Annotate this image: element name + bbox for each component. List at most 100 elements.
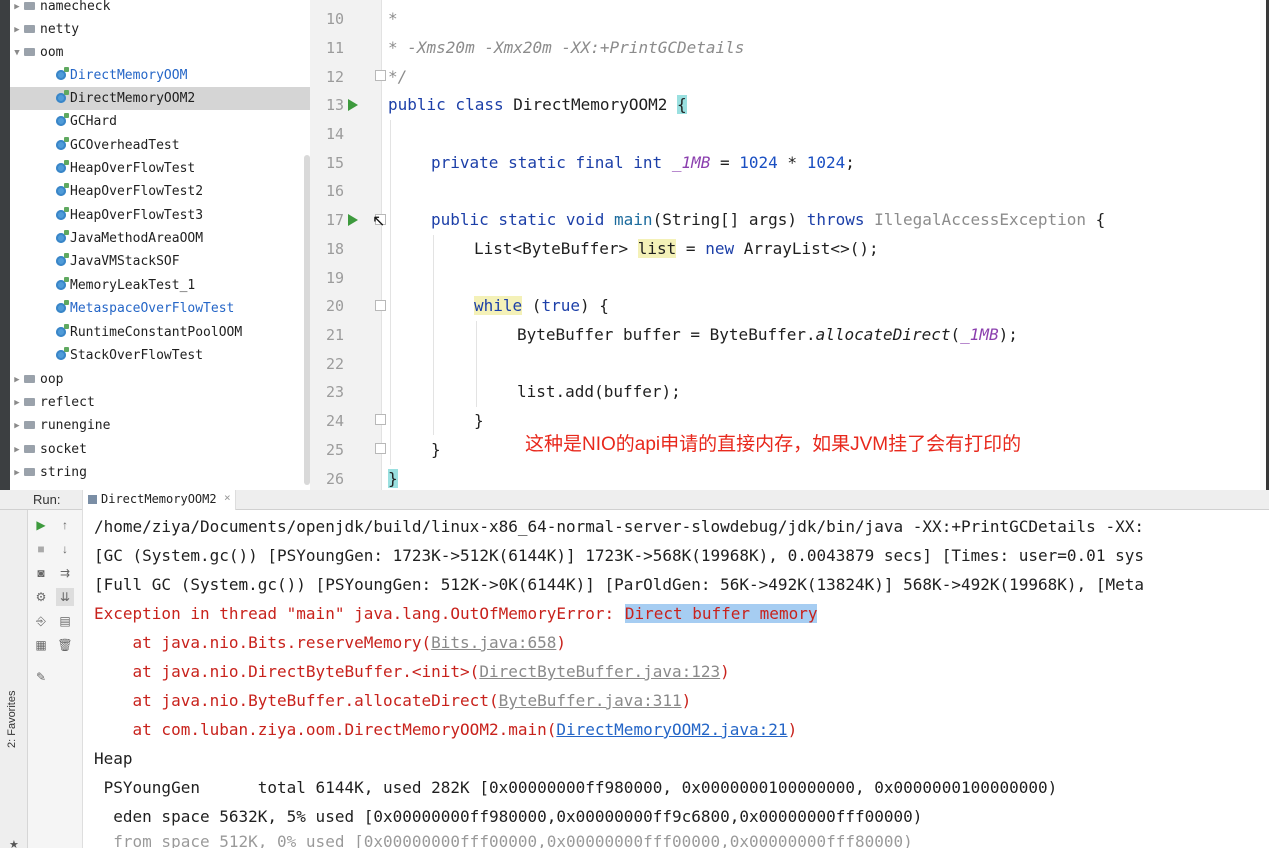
tree-package-netty[interactable]: ▶ netty: [10, 18, 310, 41]
run-panel[interactable]: Run: DirectMemoryOOM2 × 2: Favorites ★ ▶…: [0, 490, 1269, 848]
mouse-pointer-icon: ↖: [372, 213, 386, 230]
chevron-down-icon[interactable]: ▼: [10, 48, 24, 58]
tree-package-oom[interactable]: ▼ oom: [10, 41, 310, 64]
run-class-icon[interactable]: [348, 99, 358, 111]
chevron-right-icon[interactable]: ▶: [10, 445, 24, 455]
tree-class-heapoverflowtest3[interactable]: HeapOverFlowTest3: [10, 204, 310, 227]
java-class-icon: [56, 66, 69, 80]
settings-icon[interactable]: ⚙: [32, 588, 50, 606]
trash-icon[interactable]: 🗑: [56, 636, 74, 654]
star-icon[interactable]: ★: [9, 838, 19, 848]
fold-marker-icon[interactable]: [375, 414, 386, 425]
tree-package-namecheck[interactable]: ▶ namecheck: [10, 0, 310, 18]
tree-class-runtimeconstantpooloom[interactable]: RuntimeConstantPoolOOM: [10, 321, 310, 344]
console-line-command: /home/ziya/Documents/openjdk/build/linux…: [94, 517, 1144, 536]
tree-package-reflect[interactable]: ▶ reflect: [10, 391, 310, 414]
window-left-edge: [0, 0, 10, 490]
fold-marker-icon[interactable]: [375, 443, 386, 454]
java-class-icon: [56, 252, 69, 266]
print-icon[interactable]: ▤: [56, 612, 74, 630]
chevron-right-icon[interactable]: ▶: [10, 468, 24, 478]
tree-class-directmemoryoom2[interactable]: DirectMemoryOOM2: [10, 87, 310, 110]
package-icon: [24, 1, 35, 10]
tree-class-javamethodareaoom[interactable]: JavaMethodAreaOOM: [10, 227, 310, 250]
chevron-right-icon[interactable]: ▶: [10, 421, 24, 431]
line-number: 15: [325, 154, 344, 172]
console-line-gc: [GC (System.gc()) [PSYoungGen: 1723K->51…: [94, 546, 1144, 565]
code-editor[interactable]: 10 11 12 13 14 15 16 17 18 19 20 21 22 2…: [310, 0, 1266, 490]
chevron-right-icon[interactable]: ▶: [10, 25, 24, 35]
stacktrace-link[interactable]: Bits.java:658: [431, 633, 556, 652]
editor-gutter[interactable]: 10 11 12 13 14 15 16 17 18 19 20 21 22 2…: [310, 0, 386, 490]
line-number: 12: [325, 68, 344, 86]
java-class-icon: [56, 89, 69, 103]
console-line-stacktrace: at com.luban.ziya.oom.DirectMemoryOOM2.m…: [94, 720, 798, 739]
line-number: 19: [325, 269, 344, 287]
stacktrace-link[interactable]: DirectMemoryOOM2.java:21: [556, 720, 787, 739]
chevron-right-icon[interactable]: ▶: [10, 375, 24, 385]
console-line-stacktrace: at java.nio.Bits.reserveMemory(Bits.java…: [94, 633, 567, 652]
favorites-bar[interactable]: 2: Favorites ★: [0, 510, 28, 848]
scroll-up-icon[interactable]: ↑: [56, 516, 74, 534]
tree-class-heapoverflowtest2[interactable]: HeapOverFlowTest2: [10, 180, 310, 203]
rerun-icon[interactable]: ▶: [32, 516, 50, 534]
tree-class-gcoverheadtest[interactable]: GCOverheadTest: [10, 134, 310, 157]
scroll-to-end-icon[interactable]: ⇊: [56, 588, 74, 606]
tree-class-gchard[interactable]: GCHard: [10, 110, 310, 133]
package-icon: [24, 467, 35, 476]
favorites-label[interactable]: 2: Favorites: [6, 691, 18, 748]
scroll-down-icon[interactable]: ↓: [56, 540, 74, 558]
fold-marker-icon[interactable]: [375, 70, 386, 81]
pin-icon[interactable]: ✎: [32, 668, 50, 686]
tree-item-label: MemoryLeakTest_1: [70, 278, 196, 293]
console-line-fullgc: [Full GC (System.gc()) [PSYoungGen: 512K…: [94, 575, 1144, 594]
tree-item-label: runengine: [40, 418, 111, 433]
console-line-stacktrace: at java.nio.ByteBuffer.allocateDirect(By…: [94, 691, 692, 710]
tree-package-string[interactable]: ▶ string: [10, 461, 310, 484]
java-class-icon: [56, 182, 69, 196]
java-class-icon: [56, 112, 69, 126]
tree-class-heapoverflowtest[interactable]: HeapOverFlowTest: [10, 157, 310, 180]
tree-class-stackoverflowtest[interactable]: StackOverFlowTest: [10, 344, 310, 367]
code-line-12: */: [388, 67, 408, 86]
fold-marker-icon[interactable]: [375, 300, 386, 311]
line-number: 14: [325, 125, 344, 143]
tree-class-javavmstacksof[interactable]: JavaVMStackSOF: [10, 250, 310, 273]
stacktrace-link[interactable]: DirectByteBuffer.java:123: [479, 662, 720, 681]
line-number: 18: [325, 240, 344, 258]
tree-package-runengine[interactable]: ▶ runengine: [10, 414, 310, 437]
chevron-right-icon[interactable]: ▶: [10, 398, 24, 408]
tree-item-label: oop: [40, 372, 64, 387]
tree-item-label: HeapOverFlowTest: [70, 161, 196, 176]
tree-item-label: GCHard: [70, 114, 117, 129]
tree-package-oop[interactable]: ▶ oop: [10, 368, 310, 391]
tree-item-label: JavaVMStackSOF: [70, 254, 180, 269]
layout-icon[interactable]: ▦: [32, 636, 50, 654]
close-icon[interactable]: ×: [224, 491, 231, 504]
tree-class-memoryleaktest1[interactable]: MemoryLeakTest_1: [10, 274, 310, 297]
code-line-10: *: [388, 9, 398, 28]
code-line-18: List<ByteBuffer> list = new ArrayList<>(…: [474, 239, 879, 258]
tree-package-socket[interactable]: ▶ socket: [10, 438, 310, 461]
tree-item-label: DirectMemoryOOM2: [70, 91, 196, 106]
tree-class-directmemoryoom[interactable]: DirectMemoryOOM: [10, 64, 310, 87]
package-icon: [24, 444, 35, 453]
line-number: 11: [325, 39, 344, 57]
stop-icon[interactable]: ■: [32, 540, 50, 558]
stacktrace-link[interactable]: ByteBuffer.java:311: [499, 691, 682, 710]
soft-wrap-icon[interactable]: ⇉: [56, 564, 74, 582]
chevron-right-icon[interactable]: ▶: [10, 2, 24, 12]
package-icon: [24, 374, 35, 383]
camera-icon[interactable]: ◙: [32, 564, 50, 582]
exit-icon[interactable]: ⎆: [32, 612, 50, 630]
run-main-icon[interactable]: [348, 214, 358, 226]
console-line-from: from space 512K, 0% used [0x00000000fff0…: [94, 832, 913, 848]
console-line-psyounggen: PSYoungGen total 6144K, used 282K [0x000…: [94, 778, 1058, 797]
tree-class-metaspaceoverflowtest[interactable]: MetaspaceOverFlowTest: [10, 297, 310, 320]
run-tab-directmemoryoom2[interactable]: DirectMemoryOOM2 ×: [82, 490, 236, 510]
java-class-icon: [56, 299, 69, 313]
tree-item-label: oom: [40, 45, 64, 60]
project-tree[interactable]: ▶ namecheck ▶ netty ▼ oom DirectMemoryOOM D…: [10, 0, 310, 490]
console-output[interactable]: /home/ziya/Documents/openjdk/build/linux…: [94, 512, 1269, 848]
java-class-icon: [56, 323, 69, 337]
